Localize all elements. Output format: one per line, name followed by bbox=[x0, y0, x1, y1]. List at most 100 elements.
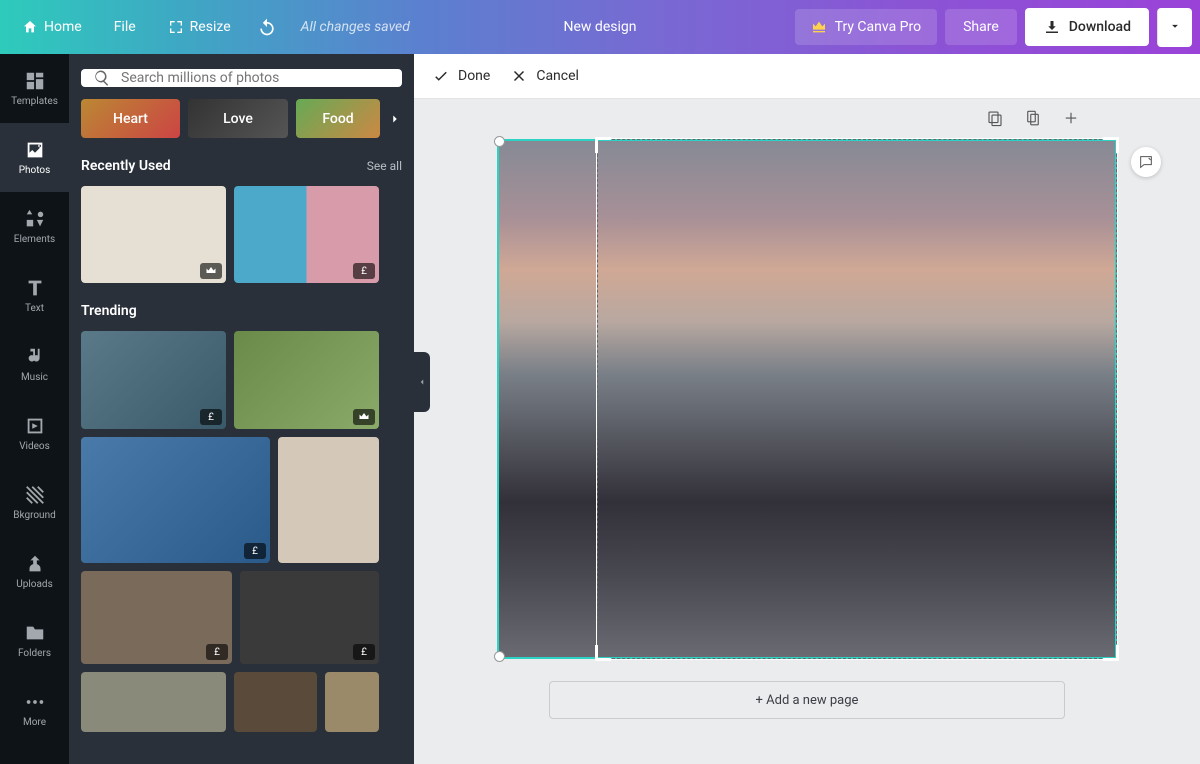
photo-thumbnail[interactable]: £ bbox=[81, 571, 232, 664]
background-icon bbox=[24, 484, 46, 506]
save-status: All changes saved bbox=[301, 19, 410, 35]
sidebar-strip: Templates Photos Elements Text Music Vid… bbox=[0, 54, 69, 764]
nav-music-label: Music bbox=[21, 372, 48, 383]
trending-grid: £ £ £ £ bbox=[81, 331, 402, 732]
photos-icon bbox=[24, 139, 46, 161]
crown-icon bbox=[205, 265, 217, 277]
price-badge: £ bbox=[206, 644, 228, 660]
file-menu[interactable]: File bbox=[100, 11, 150, 43]
canvas-frame[interactable] bbox=[497, 139, 1117, 659]
chip-love[interactable]: Love bbox=[188, 99, 288, 138]
download-label: Download bbox=[1069, 19, 1131, 35]
undo-button[interactable] bbox=[249, 9, 285, 45]
close-icon bbox=[510, 67, 528, 85]
nav-templates-label: Templates bbox=[11, 96, 58, 107]
nav-videos[interactable]: Videos bbox=[0, 399, 69, 468]
new-design-button[interactable]: New design bbox=[550, 11, 651, 43]
undo-icon bbox=[257, 17, 277, 37]
music-icon bbox=[24, 346, 46, 368]
nav-elements-label: Elements bbox=[14, 234, 55, 245]
resize-button[interactable]: Resize bbox=[154, 11, 245, 43]
nav-more-label: More bbox=[23, 717, 46, 728]
crop-action-bar: Done Cancel bbox=[414, 54, 1200, 99]
photo-thumbnail[interactable] bbox=[81, 672, 226, 732]
photo-thumbnail[interactable]: £ bbox=[234, 186, 379, 283]
nav-background-label: Bkground bbox=[13, 510, 56, 521]
folders-icon bbox=[24, 622, 46, 644]
recently-used-title: Recently Used bbox=[81, 158, 171, 174]
search-input[interactable] bbox=[121, 70, 390, 86]
topbar-center: New design bbox=[550, 11, 651, 43]
nav-photos-label: Photos bbox=[19, 165, 51, 176]
see-all-link[interactable]: See all bbox=[367, 159, 402, 173]
comment-icon bbox=[1138, 154, 1154, 170]
photo-thumbnail[interactable] bbox=[325, 672, 379, 732]
nav-text[interactable]: Text bbox=[0, 261, 69, 330]
try-pro-button[interactable]: Try Canva Pro bbox=[795, 9, 937, 45]
top-menu-bar: Home File Resize All changes saved New d… bbox=[0, 0, 1200, 54]
price-badge: £ bbox=[353, 644, 375, 660]
chevron-down-icon bbox=[1168, 19, 1182, 33]
photo-thumbnail[interactable]: £ bbox=[81, 437, 270, 563]
photo-thumbnail[interactable] bbox=[278, 437, 379, 563]
crop-overlay[interactable] bbox=[597, 139, 1117, 659]
nav-uploads[interactable]: Uploads bbox=[0, 537, 69, 606]
nav-videos-label: Videos bbox=[19, 441, 50, 452]
nav-elements[interactable]: Elements bbox=[0, 192, 69, 261]
home-label: Home bbox=[44, 19, 82, 35]
download-dropdown[interactable] bbox=[1157, 8, 1192, 47]
chevron-right-icon[interactable] bbox=[388, 112, 402, 126]
chevron-left-icon bbox=[417, 377, 427, 387]
check-icon bbox=[432, 67, 450, 85]
photo-thumbnail[interactable] bbox=[81, 186, 226, 283]
canvas-area: Done Cancel bbox=[414, 54, 1200, 764]
main-content: Templates Photos Elements Text Music Vid… bbox=[0, 54, 1200, 764]
chip-heart[interactable]: Heart bbox=[81, 99, 180, 138]
home-button[interactable]: Home bbox=[8, 11, 96, 43]
crop-handle-tr[interactable] bbox=[1103, 137, 1119, 153]
cancel-button[interactable]: Cancel bbox=[510, 67, 579, 85]
crown-icon bbox=[811, 19, 827, 35]
add-page-button[interactable]: + Add a new page bbox=[549, 681, 1065, 719]
duplicate-page-icon[interactable] bbox=[986, 109, 1004, 127]
photo-thumbnail[interactable] bbox=[234, 331, 379, 429]
nav-text-label: Text bbox=[25, 303, 44, 314]
videos-icon bbox=[24, 415, 46, 437]
crop-handle-tl[interactable] bbox=[595, 137, 611, 153]
share-button[interactable]: Share bbox=[945, 9, 1017, 45]
uploads-icon bbox=[24, 553, 46, 575]
panel-collapse-toggle[interactable] bbox=[414, 352, 430, 412]
photo-thumbnail[interactable]: £ bbox=[240, 571, 379, 664]
photo-thumbnail[interactable]: £ bbox=[81, 331, 226, 429]
resize-handle-bl[interactable] bbox=[494, 651, 505, 662]
done-button[interactable]: Done bbox=[432, 67, 490, 85]
nav-templates[interactable]: Templates bbox=[0, 54, 69, 123]
comment-button[interactable] bbox=[1131, 147, 1161, 177]
category-chips: Heart Love Food bbox=[81, 99, 402, 138]
crop-handle-br[interactable] bbox=[1103, 645, 1119, 661]
download-button[interactable]: Download bbox=[1025, 8, 1149, 46]
topbar-left-group: Home File Resize All changes saved bbox=[8, 9, 410, 45]
topbar-right-group: Try Canva Pro Share Download bbox=[795, 8, 1192, 47]
nav-background[interactable]: Bkground bbox=[0, 468, 69, 537]
file-label: File bbox=[114, 19, 136, 35]
crown-icon bbox=[358, 411, 370, 423]
nav-photos[interactable]: Photos bbox=[0, 123, 69, 192]
nav-more[interactable]: More bbox=[0, 675, 69, 744]
download-icon bbox=[1043, 18, 1061, 36]
nav-folders[interactable]: Folders bbox=[0, 606, 69, 675]
price-badge: £ bbox=[244, 543, 266, 559]
home-icon bbox=[22, 19, 38, 35]
resize-handle-tl[interactable] bbox=[494, 136, 505, 147]
chip-food[interactable]: Food bbox=[296, 99, 380, 138]
nav-music[interactable]: Music bbox=[0, 330, 69, 399]
cancel-label: Cancel bbox=[536, 68, 579, 84]
crop-handle-bl[interactable] bbox=[595, 645, 611, 661]
copy-page-icon[interactable] bbox=[1024, 109, 1042, 127]
nav-uploads-label: Uploads bbox=[16, 579, 52, 590]
text-icon bbox=[24, 277, 46, 299]
photo-thumbnail[interactable] bbox=[234, 672, 317, 732]
elements-icon bbox=[24, 208, 46, 230]
photos-panel: Heart Love Food Recently Used See all £ … bbox=[69, 54, 414, 764]
add-page-icon[interactable] bbox=[1062, 109, 1080, 127]
